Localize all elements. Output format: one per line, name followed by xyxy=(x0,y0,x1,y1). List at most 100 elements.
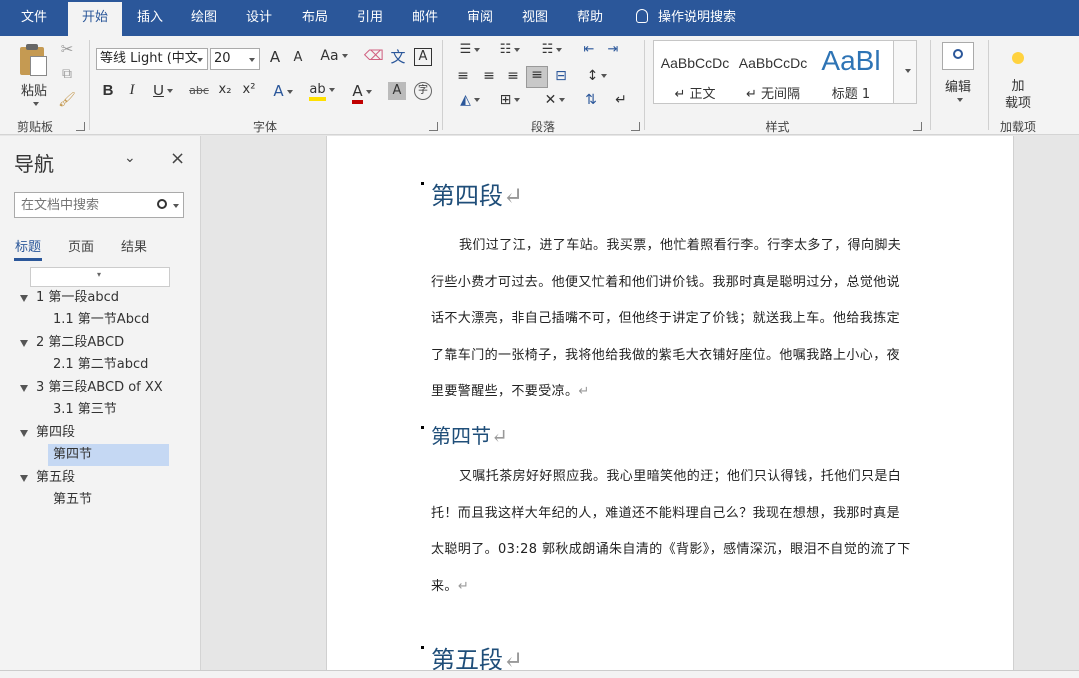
strikethrough-button[interactable]: abc xyxy=(188,84,210,97)
font-size-value: 20 xyxy=(214,51,231,66)
editing-button[interactable]: 编辑 xyxy=(940,40,976,112)
underline-label: U xyxy=(153,82,164,99)
asian-layout-button[interactable]: ✕ xyxy=(538,92,572,108)
body-paragraph[interactable]: 又嘱托茶房好好照应我。我心里暗笑他的迂；他们只认得钱，托他们只是白托！而且我这样… xyxy=(431,459,912,605)
paragraph-group-label: 段落 xyxy=(530,120,555,134)
nav-heading-item[interactable]: 第五段 xyxy=(36,467,75,489)
highlight-label: ab xyxy=(309,82,326,101)
nav-heading-item[interactable]: 1 第一段abcd xyxy=(36,287,119,309)
nav-heading-item[interactable]: 1.1 第一节Abcd xyxy=(53,309,149,331)
shading-button[interactable]: ◭ xyxy=(454,92,486,108)
change-case-button[interactable]: Aa xyxy=(318,48,350,64)
style-heading-1[interactable]: AaBl 标题 1 xyxy=(812,41,890,103)
decrease-indent-icon[interactable]: ⇤ xyxy=(580,42,598,57)
nav-collapse-bar[interactable]: ▾ xyxy=(30,267,170,287)
shrink-font-button[interactable]: A xyxy=(290,50,306,65)
nav-tab-pages[interactable]: 页面 xyxy=(68,236,94,255)
align-left-icon[interactable]: ≡ xyxy=(454,68,472,84)
grow-font-button[interactable]: A xyxy=(266,48,284,66)
tab-mailings[interactable]: 邮件 xyxy=(398,0,452,36)
styles-launcher-icon[interactable] xyxy=(913,122,922,131)
phonetic-guide-button[interactable]: 文 xyxy=(388,46,408,67)
document-heading[interactable]: 第四段↵ xyxy=(421,176,523,211)
nav-tab-results[interactable]: 结果 xyxy=(121,236,147,255)
align-right-icon[interactable]: ≡ xyxy=(504,68,522,84)
font-color-button[interactable]: A xyxy=(346,82,378,104)
format-painter-icon[interactable]: 🖌 xyxy=(58,92,76,110)
nav-search-box[interactable] xyxy=(14,192,184,218)
clipboard-launcher-icon[interactable] xyxy=(76,122,85,131)
tab-home[interactable]: 开始 xyxy=(68,2,122,36)
expand-triangle-icon[interactable] xyxy=(20,430,28,437)
tab-file[interactable]: 文件 xyxy=(8,0,60,36)
document-heading[interactable]: 第四节↵ xyxy=(421,420,508,449)
copy-icon[interactable]: ⧉ xyxy=(58,66,76,84)
tab-layout[interactable]: 布局 xyxy=(288,0,342,36)
chevron-down-icon xyxy=(559,98,566,102)
cut-icon[interactable]: ✂ xyxy=(58,40,76,58)
tab-references[interactable]: 引用 xyxy=(343,0,397,36)
document-page[interactable]: 第四段↵ 我们过了江，进了车站。我买票，他忙着照看行李。行李太多了，得向脚夫行些… xyxy=(326,136,1014,674)
nav-heading-item[interactable]: 第四段 xyxy=(36,422,75,444)
show-marks-icon[interactable]: ↵ xyxy=(612,92,630,108)
nav-heading-item[interactable]: 2 第二段ABCD xyxy=(36,332,124,354)
tab-draw[interactable]: 绘图 xyxy=(178,0,230,36)
clear-formatting-icon[interactable]: ⌫ xyxy=(364,48,384,64)
style-name: 标题 1 xyxy=(831,87,871,102)
bold-button[interactable]: B xyxy=(100,82,116,99)
numbering-button[interactable]: ☷ xyxy=(494,42,526,57)
tab-help[interactable]: 帮助 xyxy=(563,0,617,36)
highlight-button[interactable]: ab xyxy=(306,82,338,101)
nav-search-input[interactable] xyxy=(15,193,145,217)
character-shading-button[interactable]: A xyxy=(388,82,406,100)
font-size-combo[interactable]: 20 xyxy=(210,48,260,70)
underline-button[interactable]: U xyxy=(148,82,178,99)
chevron-down-icon xyxy=(341,54,348,58)
styles-more-button[interactable] xyxy=(893,40,917,104)
borders-button[interactable]: ⊞ xyxy=(494,92,526,108)
tab-view[interactable]: 视图 xyxy=(508,0,562,36)
body-paragraph[interactable]: 我们过了江，进了车站。我买票，他忙着照看行李。行李太多了，得向脚夫行些小费才可过… xyxy=(431,228,912,411)
nav-heading-item[interactable]: 第五节 xyxy=(53,489,92,511)
paragraph-launcher-icon[interactable] xyxy=(631,122,640,131)
italic-button[interactable]: I xyxy=(124,82,140,99)
chevron-down-icon[interactable]: ⌄ xyxy=(124,150,136,166)
font-name-combo[interactable]: 等线 Light (中文 xyxy=(96,48,208,70)
paste-button[interactable]: 粘贴 xyxy=(14,40,54,112)
tab-review[interactable]: 审阅 xyxy=(453,0,507,36)
expand-triangle-icon[interactable] xyxy=(20,475,28,482)
enclose-characters-button[interactable]: 字 xyxy=(414,82,432,100)
tell-me-search[interactable]: 操作说明搜索 xyxy=(636,0,736,36)
addins-button[interactable]: 加 载项 xyxy=(998,40,1038,112)
bullets-button[interactable]: ☰ xyxy=(454,42,486,57)
justify-icon[interactable]: ≡ xyxy=(526,66,548,88)
tab-design[interactable]: 设计 xyxy=(232,0,286,36)
nav-heading-item-selected[interactable]: 第四节 xyxy=(48,444,169,466)
vertical-scrollbar[interactable] xyxy=(1014,136,1079,670)
nav-tab-headings[interactable]: 标题 xyxy=(15,236,41,255)
search-icon xyxy=(157,199,167,209)
line-spacing-button[interactable]: ↕ xyxy=(580,68,614,84)
nav-heading-item[interactable]: 3 第三段ABCD of XX xyxy=(36,377,163,399)
sort-icon[interactable]: ⇅ xyxy=(582,92,600,108)
paragraph-mark-icon xyxy=(421,426,424,429)
expand-triangle-icon[interactable] xyxy=(20,295,28,302)
distributed-icon[interactable]: ⊟ xyxy=(552,68,570,84)
style-no-spacing[interactable]: AaBbCcDc ↵ 无间隔 xyxy=(734,41,812,103)
nav-heading-item[interactable]: 3.1 第三节 xyxy=(53,399,117,421)
style-normal[interactable]: AaBbCcDc ↵ 正文 xyxy=(656,41,734,103)
tab-insert[interactable]: 插入 xyxy=(124,0,176,36)
expand-triangle-icon[interactable] xyxy=(20,340,28,347)
character-border-button[interactable]: A xyxy=(414,48,432,66)
increase-indent-icon[interactable]: ⇥ xyxy=(604,42,622,57)
chevron-down-icon xyxy=(514,47,521,52)
nav-heading-item[interactable]: 2.1 第二节abcd xyxy=(53,354,148,376)
font-launcher-icon[interactable] xyxy=(429,122,438,131)
close-icon[interactable]: × xyxy=(170,148,185,169)
multilevel-list-button[interactable]: ☵ xyxy=(534,42,570,57)
expand-triangle-icon[interactable] xyxy=(20,385,28,392)
subscript-button[interactable]: x₂ xyxy=(216,82,234,97)
superscript-button[interactable]: x² xyxy=(240,82,258,97)
align-center-icon[interactable]: ≡ xyxy=(480,68,498,84)
text-effects-button[interactable]: A xyxy=(268,82,298,100)
